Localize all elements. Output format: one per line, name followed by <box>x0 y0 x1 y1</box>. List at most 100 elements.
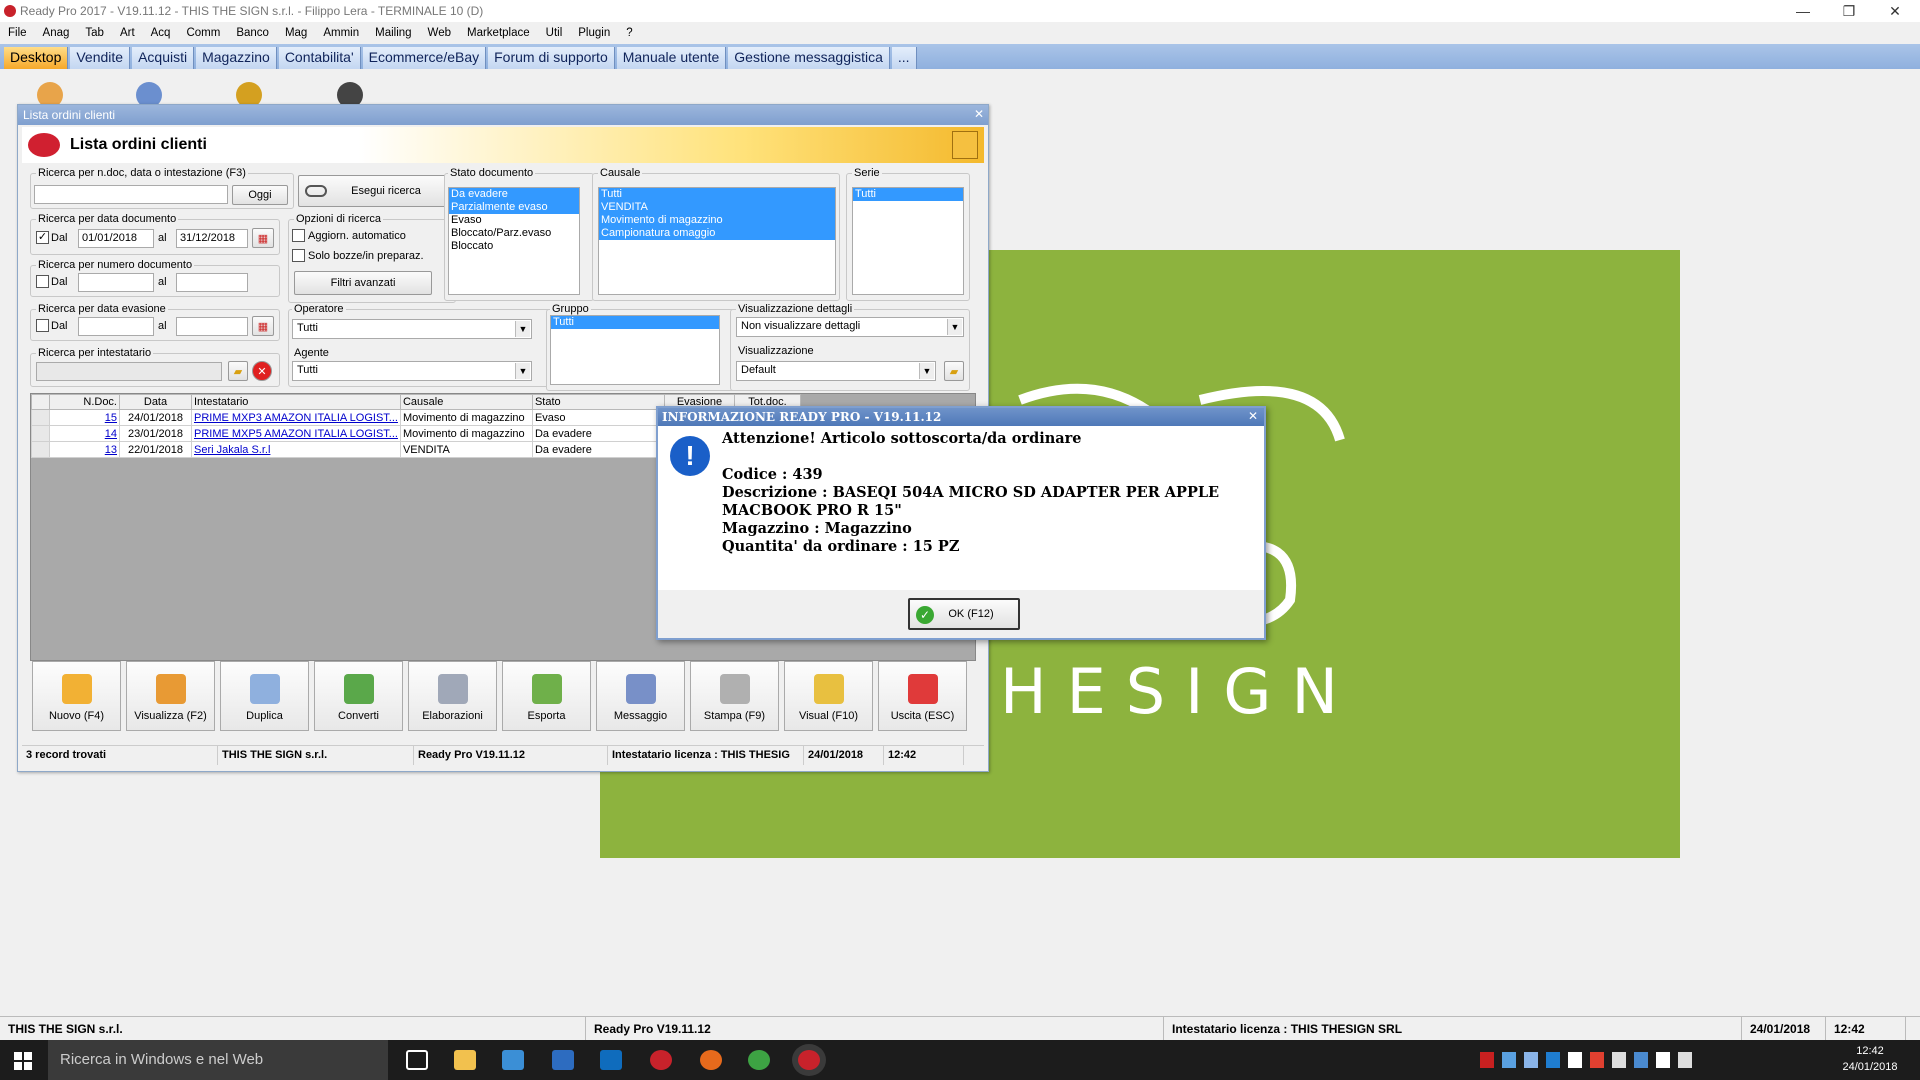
menu-marketplace[interactable]: Marketplace <box>459 27 538 39</box>
tab-contabilita[interactable]: Contabilita' <box>278 47 361 69</box>
col-intestatario[interactable]: Intestatario <box>191 394 401 410</box>
menu-mailing[interactable]: Mailing <box>367 27 419 39</box>
evas-to-input[interactable] <box>176 317 248 336</box>
tab-vendite[interactable]: Vendite <box>70 47 131 69</box>
serie-list[interactable]: Tutti <box>852 187 964 295</box>
tab-ecommerce[interactable]: Ecommerce/eBay <box>362 47 487 69</box>
visual-button[interactable]: Visual (F10) <box>784 661 873 731</box>
clock[interactable]: 12:42 24/01/2018 <box>1830 1043 1910 1075</box>
row-selector[interactable] <box>31 425 50 442</box>
aggiorn-checkbox[interactable] <box>292 229 305 242</box>
list-item[interactable]: VENDITA <box>599 201 835 214</box>
doc-number-link[interactable]: 14 <box>105 428 117 440</box>
search-input[interactable] <box>34 185 228 204</box>
nuovo-button[interactable]: Nuovo (F4) <box>32 661 121 731</box>
menu-comm[interactable]: Comm <box>178 27 228 39</box>
menu-util[interactable]: Util <box>538 27 571 39</box>
restore-icon[interactable]: ❐ <box>1826 0 1872 22</box>
tab-desktop[interactable]: Desktop <box>4 47 69 69</box>
esegui-ricerca-button[interactable]: Esegui ricerca <box>298 175 452 207</box>
keyboard-icon[interactable] <box>552 1050 574 1070</box>
menu-plugin[interactable]: Plugin <box>570 27 618 39</box>
menu-banco[interactable]: Banco <box>228 27 277 39</box>
tab-manuale[interactable]: Manuale utente <box>616 47 727 69</box>
col-causale[interactable]: Causale <box>399 394 533 410</box>
num-from-input[interactable] <box>78 273 154 292</box>
intestatario-link[interactable]: Seri Jakala S.r.l <box>194 444 270 456</box>
ok-button[interactable]: ✓ OK (F12) <box>908 598 1020 630</box>
duplica-button[interactable]: Duplica <box>220 661 309 731</box>
skype-icon[interactable] <box>1502 1052 1516 1068</box>
date-from-input[interactable]: 01/01/2018 <box>78 229 154 248</box>
menu-web[interactable]: Web <box>420 27 459 39</box>
tray-icon[interactable] <box>1590 1052 1604 1068</box>
list-item[interactable]: Tutti <box>853 188 963 201</box>
gruppo-list[interactable]: Tutti <box>550 315 720 385</box>
visualizza-button[interactable]: Visualizza (F2) <box>126 661 215 731</box>
menu-help[interactable]: ? <box>618 27 640 39</box>
outlook-icon[interactable] <box>600 1050 622 1070</box>
operatore-select[interactable]: Tutti ▼ <box>292 319 532 339</box>
list-item[interactable]: Movimento di magazzino <box>599 214 835 227</box>
tray-icon[interactable] <box>1524 1052 1538 1068</box>
clear-icon[interactable]: ✕ <box>252 361 272 381</box>
firefox-icon[interactable] <box>700 1050 722 1070</box>
network-icon[interactable] <box>1634 1052 1648 1068</box>
data-doc-checkbox[interactable]: ✓ <box>36 231 49 244</box>
doc-number-link[interactable]: 15 <box>105 412 117 424</box>
list-item[interactable]: Da evadere <box>449 188 579 201</box>
close-icon[interactable]: ✕ <box>974 107 984 121</box>
row-selector[interactable] <box>31 409 50 426</box>
intestatario-link[interactable]: PRIME MXP5 AMAZON ITALIA LOGIST... <box>194 428 398 440</box>
causale-list[interactable]: Tutti VENDITA Movimento di magazzino Cam… <box>598 187 836 295</box>
minimize-icon[interactable]: — <box>1780 0 1826 22</box>
tab-messaggistica[interactable]: Gestione messaggistica <box>728 47 890 69</box>
intestatario-input[interactable] <box>36 362 222 381</box>
file-explorer-icon[interactable] <box>454 1050 476 1070</box>
volume-icon[interactable] <box>1656 1052 1670 1068</box>
list-item[interactable]: Evaso <box>449 214 579 227</box>
calendar-icon[interactable]: ▦ <box>252 316 274 336</box>
evas-from-input[interactable] <box>78 317 154 336</box>
esporta-button[interactable]: Esporta <box>502 661 591 731</box>
tab-acquisti[interactable]: Acquisti <box>132 47 195 69</box>
col-data[interactable]: Data <box>119 394 192 410</box>
folder-icon[interactable]: ▰ <box>228 361 248 381</box>
date-to-input[interactable]: 31/12/2018 <box>176 229 248 248</box>
vis-det-select[interactable]: Non visualizzare dettagli ▼ <box>736 317 964 337</box>
list-item[interactable]: Campionatura omaggio <box>599 227 835 240</box>
list-item[interactable]: Bloccato/Parz.evaso <box>449 227 579 240</box>
agente-select[interactable]: Tutti ▼ <box>292 361 532 381</box>
close-icon[interactable]: ✕ <box>1248 409 1258 423</box>
tab-magazzino[interactable]: Magazzino <box>196 47 277 69</box>
app-icon[interactable] <box>502 1050 524 1070</box>
col-ndoc[interactable]: N.Doc. <box>49 394 120 410</box>
num-doc-checkbox[interactable] <box>36 275 49 288</box>
menu-anag[interactable]: Anag <box>35 27 78 39</box>
filtri-avanzati-button[interactable]: Filtri avanzati <box>294 271 432 295</box>
users-icon[interactable] <box>952 131 978 159</box>
list-item[interactable]: Parzialmente evaso <box>449 201 579 214</box>
menu-tab[interactable]: Tab <box>77 27 112 39</box>
uscita-button[interactable]: Uscita (ESC) <box>878 661 967 731</box>
cloud-icon[interactable] <box>1612 1052 1626 1068</box>
oggi-button[interactable]: Oggi <box>232 185 288 205</box>
word-icon[interactable] <box>1546 1052 1560 1068</box>
menu-ammin[interactable]: Ammin <box>315 27 367 39</box>
doc-number-link[interactable]: 13 <box>105 444 117 456</box>
converti-button[interactable]: Converti <box>314 661 403 731</box>
intestatario-link[interactable]: PRIME MXP3 AMAZON ITALIA LOGIST... <box>194 412 398 424</box>
taskbar-search[interactable]: Ricerca in Windows e nel Web <box>48 1040 388 1080</box>
messaggio-button[interactable]: Messaggio <box>596 661 685 731</box>
list-item[interactable]: Tutti <box>599 188 835 201</box>
task-view-icon[interactable] <box>406 1050 428 1070</box>
readypro-active-icon[interactable] <box>798 1050 820 1070</box>
readypro-icon[interactable] <box>650 1050 672 1070</box>
chrome-icon[interactable] <box>748 1050 770 1070</box>
col-stato[interactable]: Stato <box>531 394 665 410</box>
dropbox-icon[interactable] <box>1568 1052 1582 1068</box>
tab-more[interactable]: ... <box>891 47 917 69</box>
solo-bozze-checkbox[interactable] <box>292 249 305 262</box>
data-evas-checkbox[interactable] <box>36 319 49 332</box>
menu-acq[interactable]: Acq <box>143 27 179 39</box>
